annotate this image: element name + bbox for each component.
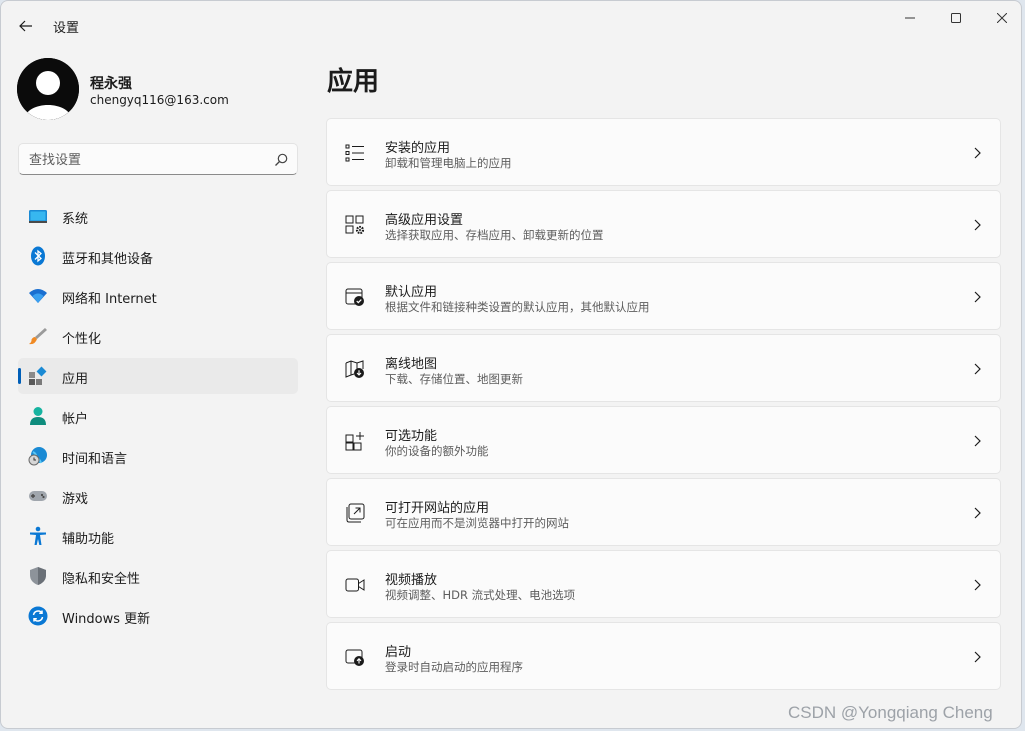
nav-item-privacy[interactable]: 隐私和安全性 xyxy=(18,558,298,594)
search-icon[interactable] xyxy=(273,152,289,168)
gamepad-icon xyxy=(29,491,47,501)
chevron-right-icon xyxy=(974,435,981,447)
back-button[interactable] xyxy=(11,11,41,41)
card-title: 启动 xyxy=(385,645,412,660)
card-description: 卸载和管理电脑上的应用 xyxy=(385,156,512,170)
maximize-button[interactable] xyxy=(933,5,979,31)
chevron-right-icon xyxy=(974,291,981,303)
nav-label: 游戏 xyxy=(62,492,89,507)
user-email: chengyq116@163.com xyxy=(90,93,229,107)
nav-label: 个性化 xyxy=(62,332,102,347)
nav-item-accessibility[interactable]: 辅助功能 xyxy=(18,518,298,554)
add-grid-icon xyxy=(345,432,364,451)
close-button[interactable] xyxy=(979,5,1021,31)
card-advanced-app-settings[interactable]: 高级应用设置 选择获取应用、存档应用、卸载更新的位置 xyxy=(326,190,1001,258)
nav-label: 帐户 xyxy=(62,412,89,427)
close-icon xyxy=(997,13,1007,23)
card-offline-maps[interactable]: 离线地图 下载、存储位置、地图更新 xyxy=(326,334,1001,402)
title-bar: 设置 xyxy=(1,1,1021,49)
accessibility-icon xyxy=(30,526,46,545)
open-website-icon xyxy=(346,503,365,523)
card-description: 根据文件和链接种类设置的默认应用，其他默认应用 xyxy=(385,300,650,314)
card-title: 安装的应用 xyxy=(385,141,451,156)
update-icon xyxy=(28,606,48,626)
apps-icon xyxy=(29,366,47,385)
card-installed-apps[interactable]: 安装的应用 卸载和管理电脑上的应用 xyxy=(326,118,1001,186)
account-icon xyxy=(30,407,46,425)
minimize-icon xyxy=(905,17,915,19)
card-description: 选择获取应用、存档应用、卸载更新的位置 xyxy=(385,228,604,242)
default-user-icon xyxy=(17,58,79,120)
card-description: 下载、存储位置、地图更新 xyxy=(385,372,523,386)
nav-item-apps[interactable]: 应用 xyxy=(18,358,298,394)
card-optional-features[interactable]: 可选功能 你的设备的额外功能 xyxy=(326,406,1001,474)
shield-icon xyxy=(30,567,46,585)
app-settings-icon xyxy=(345,215,365,235)
wifi-icon xyxy=(29,289,47,303)
search-input[interactable] xyxy=(29,150,269,170)
nav-item-time-language[interactable]: 时间和语言 xyxy=(18,438,298,474)
nav-item-system[interactable]: 系统 xyxy=(18,198,298,234)
user-name: 程永强 xyxy=(90,76,132,92)
search-box[interactable] xyxy=(18,143,298,175)
chevron-right-icon xyxy=(974,579,981,591)
card-title: 视频播放 xyxy=(385,573,438,588)
card-description: 你的设备的额外功能 xyxy=(385,444,489,458)
bluetooth-icon xyxy=(31,246,45,266)
chevron-right-icon xyxy=(974,363,981,375)
list-icon xyxy=(345,144,364,162)
nav-label: 时间和语言 xyxy=(62,452,128,467)
card-description: 视频调整、HDR 流式处理、电池选项 xyxy=(385,588,576,602)
back-arrow-icon xyxy=(19,20,32,32)
nav-item-gaming[interactable]: 游戏 xyxy=(18,478,298,514)
card-default-apps[interactable]: 默认应用 根据文件和链接种类设置的默认应用，其他默认应用 xyxy=(326,262,1001,330)
nav-label: 应用 xyxy=(62,372,89,387)
default-apps-icon xyxy=(345,288,364,306)
video-icon xyxy=(345,578,365,592)
card-description: 登录时自动启动的应用程序 xyxy=(385,660,523,674)
brush-icon xyxy=(29,328,47,345)
card-title: 离线地图 xyxy=(385,357,438,372)
card-title: 可打开网站的应用 xyxy=(385,501,490,516)
nav-label: Windows 更新 xyxy=(62,612,151,627)
nav-item-personalization[interactable]: 个性化 xyxy=(18,318,298,354)
nav-label: 网络和 Internet xyxy=(62,292,157,307)
nav-label: 蓝牙和其他设备 xyxy=(62,252,154,267)
watermark: CSDN @Yongqiang Cheng xyxy=(788,703,993,722)
nav-item-network[interactable]: 网络和 Internet xyxy=(18,278,298,314)
map-download-icon xyxy=(345,360,364,378)
card-video-playback[interactable]: 视频播放 视频调整、HDR 流式处理、电池选项 xyxy=(326,550,1001,618)
card-title: 默认应用 xyxy=(385,285,438,300)
minimize-button[interactable] xyxy=(887,5,933,31)
card-description: 可在应用而不是浏览器中打开的网站 xyxy=(385,516,569,530)
selection-indicator xyxy=(18,368,21,384)
chevron-right-icon xyxy=(974,219,981,231)
startup-icon xyxy=(345,649,364,666)
chevron-right-icon xyxy=(974,147,981,159)
card-title: 可选功能 xyxy=(385,429,438,444)
nav-label: 系统 xyxy=(62,212,89,227)
app-title: 设置 xyxy=(53,21,80,36)
system-icon xyxy=(29,210,47,223)
nav-label: 辅助功能 xyxy=(62,532,115,547)
card-apps-for-websites[interactable]: 可打开网站的应用 可在应用而不是浏览器中打开的网站 xyxy=(326,478,1001,546)
nav-item-bluetooth[interactable]: 蓝牙和其他设备 xyxy=(18,238,298,274)
globe-clock-icon xyxy=(28,447,47,466)
settings-window: 设置 程永强 chengyq116@163.com 查找设置 系统 蓝牙和其他设… xyxy=(0,0,1022,729)
chevron-right-icon xyxy=(974,507,981,519)
maximize-icon xyxy=(951,13,961,23)
nav-label: 隐私和安全性 xyxy=(62,572,141,587)
card-startup[interactable]: 启动 登录时自动启动的应用程序 xyxy=(326,622,1001,690)
nav-item-windows-update[interactable]: Windows 更新 xyxy=(18,598,298,634)
chevron-right-icon xyxy=(974,651,981,663)
nav-item-accounts[interactable]: 帐户 xyxy=(18,398,298,434)
avatar[interactable] xyxy=(17,58,79,120)
card-title: 高级应用设置 xyxy=(385,213,464,228)
page-title: 应用 xyxy=(327,67,380,97)
